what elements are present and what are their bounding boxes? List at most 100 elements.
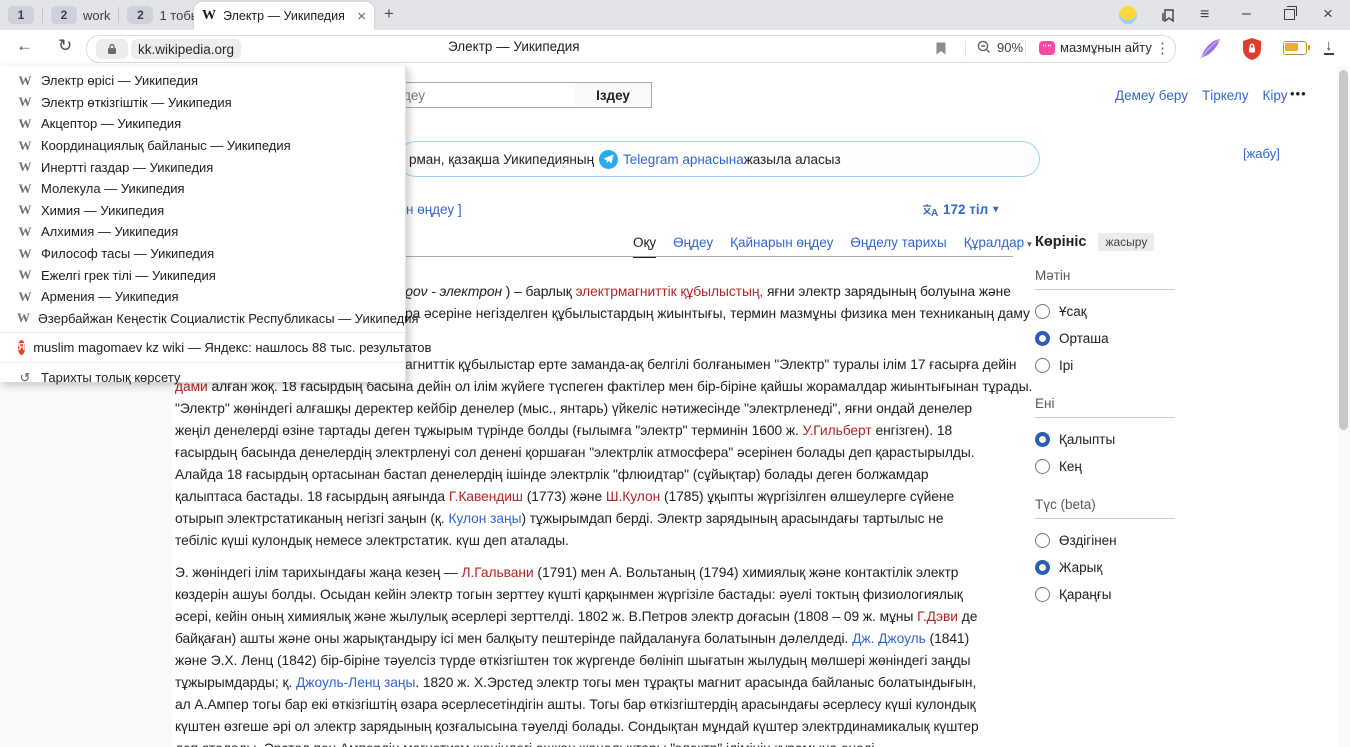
menu-icon[interactable]: ≡ <box>1200 6 1209 24</box>
radio-option[interactable]: Жарық <box>1035 554 1175 581</box>
article-text: (1841) <box>926 631 969 646</box>
suggestion-item[interactable]: WИнертті газдар — Уикипедия <box>0 156 405 178</box>
radio-icon[interactable] <box>1035 459 1050 474</box>
wikilink[interactable]: Джоуль-Ленц заңы <box>296 675 415 690</box>
radio-icon[interactable] <box>1035 304 1050 319</box>
article-tabs: Оқу Өңдеу Қайнарын өңдеу Өңделу тарихы Құрал… <box>633 235 1032 258</box>
radio-option[interactable]: Кең <box>1035 453 1175 480</box>
article-text: "Электр" жөніндегі алғашқы деректер кейб… <box>175 401 972 416</box>
tab-group-toby[interactable]: 2 1 тобы <box>127 6 200 24</box>
radio-selected-icon[interactable] <box>1035 560 1050 575</box>
suggestion-item[interactable]: WКоординациялық байланыс — Уикипедия <box>0 135 405 157</box>
header-link[interactable]: Тіркелу <box>1202 88 1249 103</box>
reload-icon[interactable]: ↻ <box>58 36 72 56</box>
radio-icon[interactable] <box>1035 587 1050 602</box>
tab-Өңделу тарихы[interactable]: Өңделу тарихы <box>850 235 946 258</box>
wikipedia-icon: W <box>17 310 30 326</box>
tab-Өңдеу[interactable]: Өңдеу <box>673 235 713 258</box>
suggestion-item[interactable]: WФилософ тасы — Уикипедия <box>0 243 405 265</box>
search-placeholder: деу <box>403 88 425 103</box>
suggestion-item[interactable]: WӘзербайжан Кеңестік Социалистік Республ… <box>0 308 405 330</box>
suggestion-item[interactable]: WЭлектр өрісі — Уикипедия <box>0 70 405 92</box>
tab-group-1[interactable]: 1 <box>8 6 34 24</box>
tab-group-work[interactable]: 2 work <box>51 6 110 24</box>
radio-icon[interactable] <box>1035 358 1050 373</box>
pen-feather-icon[interactable] <box>1197 36 1223 62</box>
redlink[interactable]: Ш.Кулон <box>606 489 660 504</box>
radio-option[interactable]: Өздігінен <box>1035 527 1175 554</box>
suggestion-text: muslim magomaev kz wiki — Яндекс: нашлос… <box>33 340 431 355</box>
radio-icon[interactable] <box>1035 533 1050 548</box>
article-text: жеңіл денелерді өзіне тартады деген тұжы… <box>175 423 803 438</box>
article-text: деп аталады. Эрстед пен Ампердің магнети… <box>175 741 878 747</box>
suggestion-item[interactable]: Яmuslim magomaev kz wiki — Яндекс: нашло… <box>0 336 405 359</box>
header-link[interactable]: Демеу беру <box>1115 88 1188 103</box>
language-selector[interactable]: A 172 тіл ▾ <box>922 202 998 217</box>
active-tab[interactable]: W Электр — Уикипедия × <box>194 2 374 30</box>
banner-close-link[interactable]: [жабу] <box>1243 146 1280 161</box>
search-input[interactable]: деу <box>396 82 576 108</box>
tab-Құралдар[interactable]: Құралдар▾ <box>964 235 1032 258</box>
tab-Оқу[interactable]: Оқу <box>633 235 656 258</box>
suggestion-item[interactable]: WХимия — Уикипедия <box>0 200 405 222</box>
radio-option[interactable]: Ұсақ <box>1035 298 1175 325</box>
suggestion-item[interactable]: WЭлектр өткізгіштік — Уикипедия <box>0 92 405 114</box>
article-line: Алайда 18 ғасырдың ортасынан бастап дене… <box>175 464 929 486</box>
radio-option[interactable]: Қалыпты <box>1035 426 1175 453</box>
new-tab-button[interactable]: + <box>384 4 394 24</box>
download-icon[interactable]: ↓ <box>1324 38 1334 55</box>
edit-intro-link[interactable]: н өңдеу ] <box>406 202 462 217</box>
tab-Қайнарын өңдеу[interactable]: Қайнарын өңдеу <box>730 235 833 258</box>
protect-shield-icon[interactable] <box>1241 37 1263 61</box>
radio-option[interactable]: Ірі <box>1035 352 1175 379</box>
more-icon[interactable]: ⋮ <box>1155 39 1170 57</box>
group-label: Түс (beta) <box>1035 497 1175 519</box>
suggestion-item[interactable]: ↺Тарихты толық көрсету <box>0 366 405 389</box>
avatar[interactable] <box>1119 6 1137 24</box>
scrollbar-thumb[interactable] <box>1339 70 1348 430</box>
radio-option[interactable]: Орташа <box>1035 325 1175 352</box>
radio-selected-icon[interactable] <box>1035 432 1050 447</box>
header-more-icon[interactable]: ••• <box>1290 86 1307 101</box>
chevron-down-icon: ▾ <box>1027 239 1032 249</box>
restore-icon[interactable] <box>1284 9 1295 20</box>
suggestion-item[interactable]: WМолекула — Уикипедия <box>0 178 405 200</box>
address-bar[interactable]: kk.wikipedia.org 90% "" мазмұнын айту ⋮ <box>86 35 1176 63</box>
minimize-icon[interactable]: – <box>1242 5 1251 23</box>
back-icon[interactable]: ← <box>16 36 33 56</box>
suggestion-item[interactable]: WАкцептор — Уикипедия <box>0 113 405 135</box>
battery-icon[interactable] <box>1283 41 1307 55</box>
tab-group-badge: 2 <box>51 6 77 24</box>
redlink[interactable]: Г.Кавендиш <box>449 489 523 504</box>
suggestion-item[interactable]: WАлхимия — Уикипедия <box>0 221 405 243</box>
wikilink[interactable]: Дж. Джоуль <box>852 631 926 646</box>
search-button[interactable]: Іздеу <box>575 82 652 108</box>
bookmark-icon[interactable] <box>935 41 947 56</box>
telegram-link[interactable]: Telegram арнасына <box>623 152 744 167</box>
header-link[interactable]: Кіру <box>1262 88 1287 103</box>
side-panels-icon[interactable] <box>1160 7 1177 24</box>
redlink[interactable]: Г.Дэви <box>917 609 958 624</box>
read-aloud-button[interactable]: "" мазмұнын айту <box>1039 40 1152 55</box>
redlink[interactable]: электрмагниттік құбылыстың, <box>575 284 763 299</box>
close-window-icon[interactable]: × <box>1323 4 1333 24</box>
suggestion-text: Философ тасы — Уикипедия <box>41 246 214 261</box>
redlink[interactable]: У.Гильберт <box>803 423 872 438</box>
wikilink[interactable]: Кулон заңы <box>448 511 521 526</box>
tab-close-icon[interactable]: × <box>357 8 366 25</box>
lock-icon[interactable] <box>96 39 128 59</box>
appearance-hide-button[interactable]: жасыру <box>1098 233 1154 251</box>
appearance-title: Көрініс <box>1035 234 1086 250</box>
redlink[interactable]: Л.Гальвани <box>461 565 533 580</box>
suggestion-item[interactable]: WЕжелгі грек тілі — Уикипедия <box>0 264 405 286</box>
zoom-control[interactable]: 90% <box>977 40 1023 55</box>
article-line: көздерін ашуы болды. Осыдан кейін электр… <box>175 584 963 606</box>
article-line: және Э.Х. Ленц (1842) бір-біріне тәуелсі… <box>175 650 971 672</box>
suggestion-item[interactable]: WАрмения — Уикипедия <box>0 286 405 308</box>
radio-selected-icon[interactable] <box>1035 331 1050 346</box>
article-line: отырып электрстатиканың негізгі заңын (қ… <box>175 508 943 530</box>
suggestion-text: Электр өткізгіштік — Уикипедия <box>41 95 232 110</box>
suggestion-text: Электр өрісі — Уикипедия <box>41 73 198 88</box>
radio-option[interactable]: Қараңғы <box>1035 581 1175 608</box>
url-chip[interactable]: kk.wikipedia.org <box>131 39 241 59</box>
